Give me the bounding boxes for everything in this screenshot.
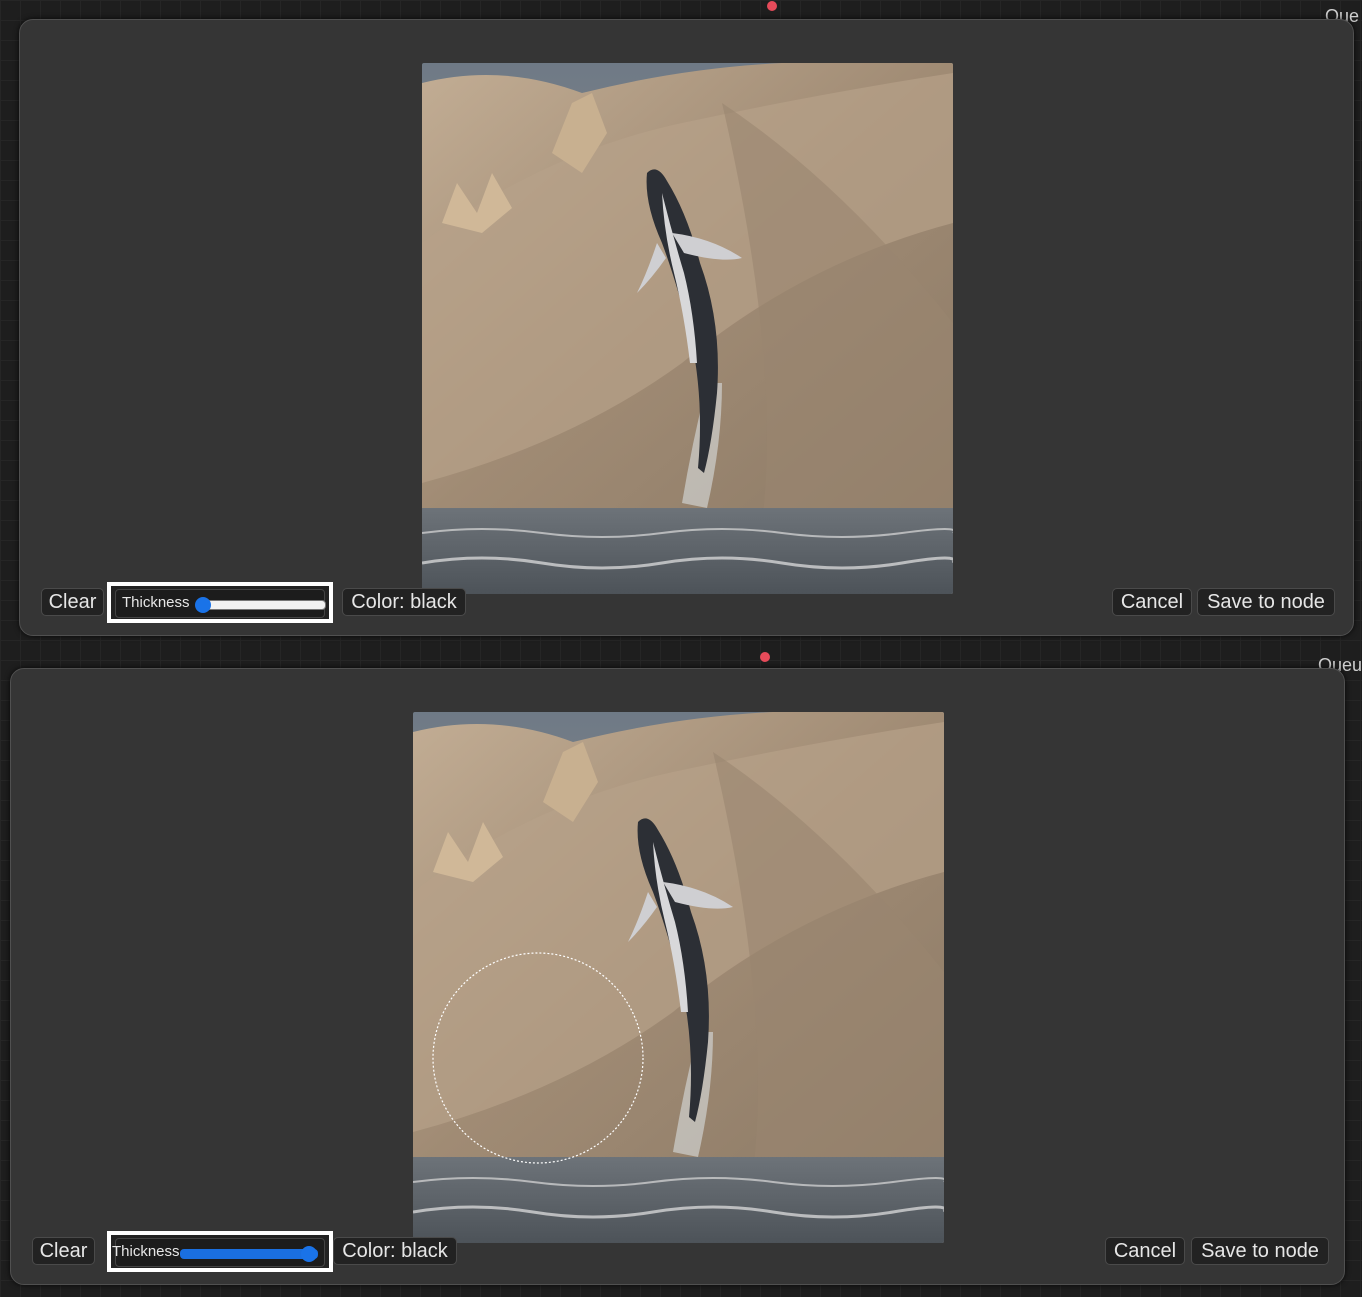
clear-button[interactable]: Clear [32,1237,95,1265]
thickness-slider-thumb[interactable] [300,1246,317,1262]
cancel-button[interactable]: Cancel [1112,588,1192,616]
node-pin-bottom [760,652,770,662]
thickness-slider[interactable] [195,597,326,613]
thickness-control: Thickness [112,1238,325,1267]
mask-editor-dialog-top: Clear Thickness Color: black Cancel Save… [19,19,1354,636]
thickness-slider-thumb[interactable] [195,597,212,613]
thickness-control: Thickness [115,589,326,618]
thickness-control-highlight: Thickness [107,1231,333,1272]
save-to-node-button[interactable]: Save to node [1197,588,1335,616]
mask-editor-dialog-bottom: Clear Thickness Color: black Cancel Save… [10,668,1345,1285]
color-button[interactable]: Color: black [342,588,466,616]
mask-canvas[interactable] [413,712,944,1243]
canvas-image-whale-desert [422,63,953,594]
color-button[interactable]: Color: black [333,1237,457,1265]
thickness-slider-fill [181,1250,317,1258]
node-pin-top [767,1,777,11]
cancel-button[interactable]: Cancel [1105,1237,1185,1265]
save-to-node-button[interactable]: Save to node [1191,1237,1329,1265]
canvas-image-whale-desert [413,712,944,1243]
mask-canvas[interactable] [422,63,953,594]
clear-button[interactable]: Clear [41,588,104,616]
thickness-label: Thickness [112,1243,180,1260]
thickness-label: Thickness [122,594,190,611]
thickness-slider[interactable] [180,1246,318,1262]
thickness-control-highlight: Thickness [107,582,333,623]
